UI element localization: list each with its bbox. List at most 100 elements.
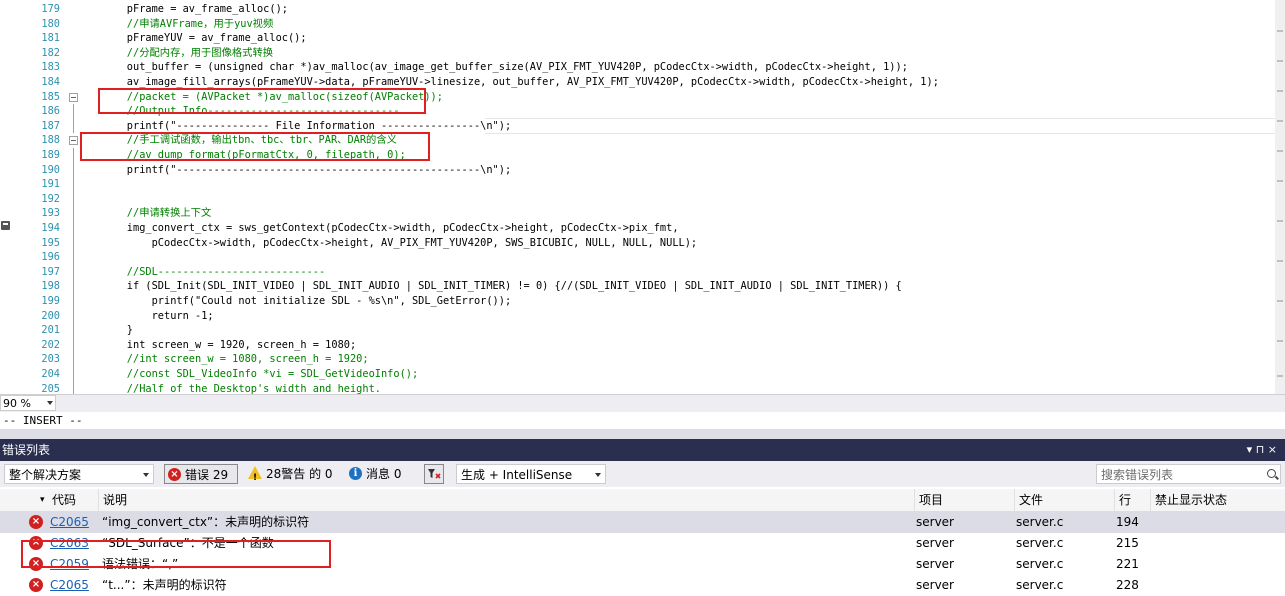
line-number: 198 [41, 280, 60, 293]
error-list-titlebar: 错误列表 ▾ ⊓ × [0, 439, 1285, 461]
line-number: 201 [41, 324, 60, 337]
fold-guide [73, 264, 74, 280]
line-number: 194 [41, 222, 60, 234]
line-number: 205 [41, 382, 60, 394]
line-number: 187 [41, 119, 60, 132]
splitter[interactable] [0, 429, 1285, 439]
code-text: //申请转换上下文 [102, 207, 212, 220]
code-line[interactable]: 195 pCodecCtx->width, pCodecCtx->height,… [12, 235, 1272, 251]
sort-icon[interactable]: ▾ [36, 489, 48, 511]
errors-filter-button[interactable]: × 错误 29 [164, 464, 238, 484]
bookmark-icon [1, 221, 10, 230]
fold-guide [73, 279, 74, 294]
fold-guide [73, 118, 74, 134]
collapse-icon[interactable] [69, 92, 78, 102]
line-number: 203 [41, 353, 60, 366]
column-suppression[interactable]: 禁止显示状态 [1150, 489, 1285, 511]
code-text: printf("Could not initialize SDL - %s\n"… [102, 295, 512, 307]
code-line[interactable]: 200 return -1; [12, 308, 1272, 324]
code-line[interactable]: 181 pFrameYUV = av_frame_alloc(); [12, 31, 1272, 46]
code-line[interactable]: 199 printf("Could not initialize SDL - %… [12, 294, 1272, 309]
breakpoint-gutter[interactable] [0, 0, 12, 394]
error-file: server.c [1016, 557, 1064, 571]
line-number: 182 [41, 46, 60, 59]
column-project[interactable]: 项目 [914, 489, 1014, 511]
fold-guide [73, 162, 74, 178]
messages-count: 消息 0 [366, 467, 402, 481]
chevron-down-icon [143, 473, 149, 477]
code-line[interactable]: 203 //int screen_w = 1080, screen_h = 19… [12, 352, 1272, 367]
code-editor[interactable]: 179 pFrame = av_frame_alloc(); 180 //申请AV… [0, 0, 1285, 394]
code-text: int screen_w = 1920, screen_h = 1080; [102, 338, 357, 351]
line-number: 186 [41, 105, 60, 118]
line-number: 199 [41, 295, 60, 307]
code-text: } [102, 324, 133, 337]
scope-value: 整个解决方案 [9, 468, 82, 482]
code-line[interactable]: 191 [12, 177, 1272, 192]
column-code[interactable]: 代码 [48, 489, 98, 511]
filter-icon[interactable] [424, 464, 444, 484]
collapse-icon[interactable] [69, 136, 78, 146]
code-line[interactable]: 204 //const SDL_VideoInfo *vi = SDL_GetV… [12, 367, 1272, 382]
line-number: 197 [41, 265, 60, 278]
search-placeholder: 搜索错误列表 [1101, 468, 1174, 482]
line-number: 200 [41, 309, 60, 322]
code-line[interactable]: 201 } [12, 323, 1272, 338]
vertical-scrollbar[interactable] [1275, 0, 1285, 394]
code-line[interactable]: 179 pFrame = av_frame_alloc(); [12, 2, 1272, 17]
warnings-count: 28警告 的 0 [266, 467, 333, 481]
code-text: //const SDL_VideoInfo *vi = SDL_GetVideo… [102, 368, 419, 380]
code-line[interactable]: 180 //申请AVFrame，用于yuv视频 [12, 17, 1272, 32]
line-number: 192 [41, 192, 60, 205]
column-description[interactable]: 说明 [98, 489, 914, 511]
zoom-dropdown[interactable]: 90 % [0, 395, 56, 411]
search-error-list-input[interactable]: 搜索错误列表 [1096, 464, 1281, 484]
error-table-header: ▾ 代码 说明 项目 文件 行 禁止显示状态 [0, 489, 1285, 512]
code-text: pFrame = av_frame_alloc(); [102, 3, 288, 15]
window-controls-icon[interactable]: ▾ ⊓ × [1247, 439, 1277, 461]
code-line[interactable]: 198 if (SDL_Init(SDL_INIT_VIDEO | SDL_IN… [12, 279, 1272, 294]
code-line[interactable]: 183 out_buffer = (unsigned char *)av_mal… [12, 60, 1272, 75]
code-line[interactable]: 182 //分配内存，用于图像格式转换 [12, 46, 1272, 61]
fold-guide [73, 367, 74, 382]
error-code-link[interactable]: C2065 [50, 512, 89, 533]
error-list-toolbar: 整个解决方案 × 错误 29 28警告 的 0 i 消息 0 生成 + Inte… [0, 461, 1285, 488]
fold-guide [73, 221, 74, 236]
line-number: 202 [41, 338, 60, 351]
code-line[interactable]: 193 //申请转换上下文 [12, 206, 1272, 221]
code-line[interactable]: 202 int screen_w = 1920, screen_h = 1080… [12, 337, 1272, 353]
fold-guide [73, 104, 74, 119]
messages-filter-button[interactable]: i 消息 0 [346, 464, 416, 484]
error-line: 194 [1116, 515, 1139, 529]
fold-guide [73, 381, 74, 394]
code-text: if (SDL_Init(SDL_INIT_VIDEO | SDL_INIT_A… [102, 280, 902, 293]
vim-mode: -- INSERT -- [3, 414, 83, 427]
code-line[interactable]: 196 [12, 250, 1272, 265]
build-source-dropdown[interactable]: 生成 + IntelliSense [456, 464, 606, 484]
zoom-value: 90 % [3, 397, 31, 410]
code-text: return -1; [102, 309, 214, 322]
fold-guide [73, 235, 74, 251]
code-line[interactable]: 194 img_convert_ctx = sws_getContext(pCo… [12, 221, 1272, 236]
table-row[interactable]: × C2065 “img_convert_ctx”：未声明的标识符 server ser… [0, 512, 1285, 533]
code-line[interactable]: 190 printf("----------------------------… [12, 162, 1272, 178]
info-icon: i [349, 467, 362, 480]
code-line[interactable]: 205 //Half of the Desktop's width and he… [12, 381, 1272, 394]
code-line[interactable]: 192 [12, 191, 1272, 207]
line-number: 184 [41, 76, 60, 88]
annotation-box-packet [98, 88, 426, 114]
code-text: printf("--------------------------------… [102, 163, 512, 176]
error-file: server.c [1016, 515, 1064, 529]
line-number: 195 [41, 236, 60, 249]
error-file: server.c [1016, 536, 1064, 550]
column-file[interactable]: 文件 [1014, 489, 1114, 511]
error-icon: × [29, 515, 43, 529]
line-number: 204 [41, 368, 60, 380]
fold-guide [73, 337, 74, 353]
scope-dropdown[interactable]: 整个解决方案 [4, 464, 154, 484]
code-text: img_convert_ctx = sws_getContext(pCodecC… [102, 222, 679, 234]
line-number: 188 [41, 134, 60, 147]
code-line[interactable]: 197 //SDL--------------------------- [12, 264, 1272, 280]
column-line[interactable]: 行 [1114, 489, 1150, 511]
warnings-filter-button[interactable]: 28警告 的 0 [244, 464, 340, 488]
